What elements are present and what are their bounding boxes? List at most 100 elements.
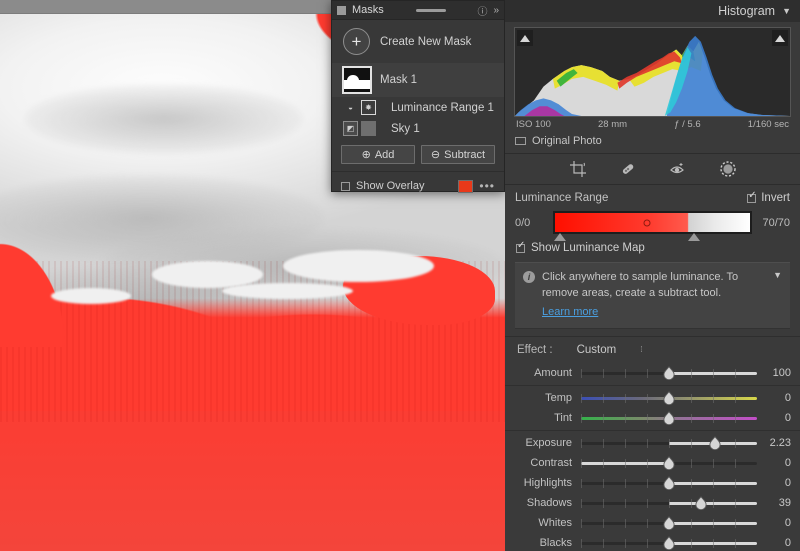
mask-list-item-luminance-range-1[interactable]: ◒ ✸ Luminance Range 1 [332,97,504,118]
slider-knob[interactable] [708,435,721,450]
luminance-range-handle-left[interactable] [554,233,566,241]
masking-tool-icon[interactable] [717,158,739,180]
slider-row-shadows[interactable]: Shadows 39 [505,493,800,513]
slider-group: Amount 100 [505,361,800,385]
slider-track[interactable] [581,475,757,490]
slider-knob[interactable] [663,390,676,405]
iso-value: ISO 100 [516,119,551,130]
slider-value[interactable]: 39 [757,497,791,509]
effect-dropdown-icon[interactable]: ⁞ [640,345,642,354]
sample-point-marker [643,219,651,226]
sky-icon[interactable] [361,121,376,136]
slider-track[interactable] [581,435,757,450]
slider-row-amount[interactable]: Amount 100 [505,363,800,383]
slider-value[interactable]: 0 [757,517,791,529]
healing-tool-icon[interactable] [617,158,639,180]
slider-row-exposure[interactable]: Exposure 2.23 [505,433,800,453]
slider-value[interactable]: 0 [757,412,791,424]
collapse-icon[interactable]: » [493,5,499,16]
slider-label: Exposure [525,436,572,449]
histogram-graph[interactable] [514,27,791,117]
show-luminance-map-checkbox[interactable] [516,240,525,253]
slider-knob[interactable] [663,475,676,490]
slider-track[interactable] [581,410,757,425]
slider-value[interactable]: 0 [757,392,791,404]
slider-row-tint[interactable]: Tint 0 [505,408,800,428]
red-eye-tool-icon[interactable] [667,158,689,180]
luminance-range-handle-right[interactable] [687,233,700,241]
subtract-icon: ⊖ [430,149,441,161]
slider-track[interactable] [581,495,757,510]
create-new-mask-button[interactable]: + Create New Mask [332,20,504,63]
slider-label: Highlights [523,476,572,489]
slider-knob[interactable] [663,410,676,425]
slider-value[interactable]: 0 [757,537,791,549]
show-overlay-row[interactable]: Show Overlay ••• [332,171,504,195]
effect-preset-row[interactable]: Effect : Custom ⁞ [505,335,800,361]
slider-group: Temp 0 Tint 0 [505,384,800,430]
invert-checkbox[interactable] [747,190,757,203]
overlay-color-swatch[interactable] [458,179,474,193]
plus-icon[interactable]: + [343,28,370,55]
slider-track[interactable] [581,515,757,530]
invert-toggle[interactable]: Invert [747,190,790,204]
slider-track[interactable] [581,390,757,405]
add-button[interactable]: ⊕ Add [341,145,415,164]
panel-drag-handle[interactable] [390,8,472,12]
crop-tool-icon[interactable] [567,158,589,180]
mask-name: Mask 1 [380,74,418,86]
learn-more-link[interactable]: Learn more [542,305,766,321]
panel-grip-icon [337,5,346,15]
slider-knob[interactable] [663,455,676,470]
add-subtract-buttons: ⊕ Add ⊖ Subtract [332,141,504,170]
luminance-range-slider-row[interactable]: 0/0 70/70 [505,204,800,241]
slider-value[interactable]: 0 [757,477,791,489]
subtract-button[interactable]: ⊖ Subtract [421,145,495,164]
slider-row-blacks[interactable]: Blacks 0 [505,533,800,551]
luminance-range-gradient-bar[interactable] [553,211,752,241]
show-luminance-map-row[interactable]: Show Luminance Map [505,234,800,254]
visibility-icon[interactable]: ◒ [343,100,358,115]
chevron-down-icon[interactable]: ▼ [782,6,791,16]
histogram-curves [515,35,790,116]
slider-track[interactable] [581,365,757,380]
visibility-icon[interactable]: ◩ [343,121,358,136]
mask-thumbnail [342,66,372,94]
original-photo-label: Original Photo [532,135,602,147]
slider-track[interactable] [581,535,757,550]
masks-panel-titlebar[interactable]: Masks ⓘ » [332,1,504,20]
slider-knob[interactable] [694,495,707,510]
slider-label: Amount [534,366,572,379]
slider-track[interactable] [581,455,757,470]
original-photo-row[interactable]: Original Photo [505,130,800,153]
show-overlay-checkbox[interactable] [341,181,350,191]
effect-value[interactable]: Custom [577,344,617,356]
slider-row-whites[interactable]: Whites 0 [505,513,800,533]
slider-knob[interactable] [663,535,676,550]
slider-row-highlights[interactable]: Highlights 0 [505,473,800,493]
masks-panel[interactable]: Masks ⓘ » + Create New Mask Mask 1 ◒ ✸ L… [331,0,505,195]
slider-value[interactable]: 100 [757,367,791,379]
mask-list-item-sky-1[interactable]: ◩ Sky 1 [332,118,504,139]
slider-value[interactable]: 2.23 [757,437,791,449]
mask-list-item-mask-1[interactable]: Mask 1 [332,63,504,97]
adjustment-sliders: Amount 100 Temp 0 Tint 0 Exposure 2.23 Contrast 0… [505,361,800,551]
slider-row-contrast[interactable]: Contrast 0 [505,453,800,473]
white-cloud [50,287,132,304]
histogram-header[interactable]: Histogram ▼ [505,0,800,22]
overlay-more-options-icon[interactable]: ••• [479,179,495,193]
original-photo-checkbox[interactable] [515,137,526,145]
luminance-range-icon[interactable]: ✸ [361,100,376,115]
aperture-value: ƒ / 5.6 [674,119,701,130]
shutter-speed-value: 1/160 sec [747,119,789,130]
info-collapse-icon[interactable]: ▼ [773,270,782,280]
slider-label: Contrast [530,456,572,469]
slider-label: Temp [545,391,572,404]
slider-value[interactable]: 0 [757,457,791,469]
slider-row-temp[interactable]: Temp 0 [505,388,800,408]
luminance-range-section: Luminance Range Invert [505,185,800,205]
info-icon[interactable]: ⓘ [477,3,487,18]
mask-name: Luminance Range 1 [391,101,494,114]
slider-knob[interactable] [663,365,676,380]
slider-knob[interactable] [663,515,676,530]
